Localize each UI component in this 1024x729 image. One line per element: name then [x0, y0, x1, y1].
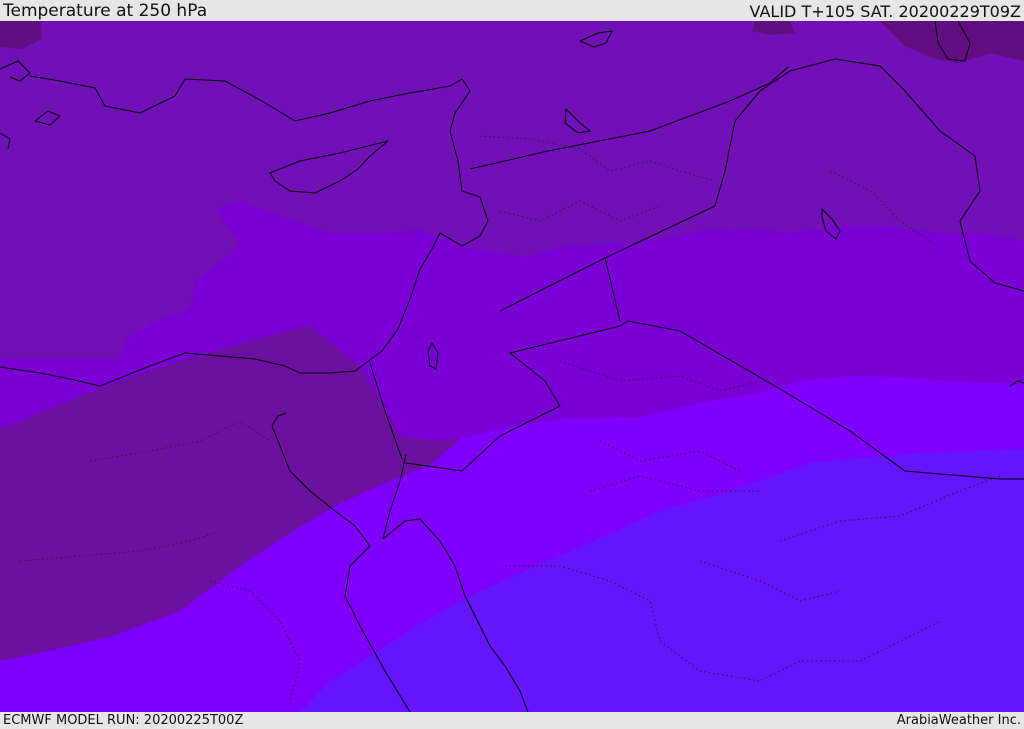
- temperature-map[interactable]: [0, 21, 1024, 712]
- footer-bar: ECMWF MODEL RUN: 20200225T00Z ArabiaWeat…: [0, 712, 1024, 729]
- credit-label: ArabiaWeather Inc.: [896, 713, 1021, 728]
- map-title: Temperature at 250 hPa: [3, 1, 208, 21]
- valid-time: VALID T+105 SAT. 20200229T09Z: [749, 2, 1021, 21]
- header-bar: Temperature at 250 hPa VALID T+105 SAT. …: [0, 0, 1024, 21]
- model-run-label: ECMWF MODEL RUN: 20200225T00Z: [3, 713, 244, 728]
